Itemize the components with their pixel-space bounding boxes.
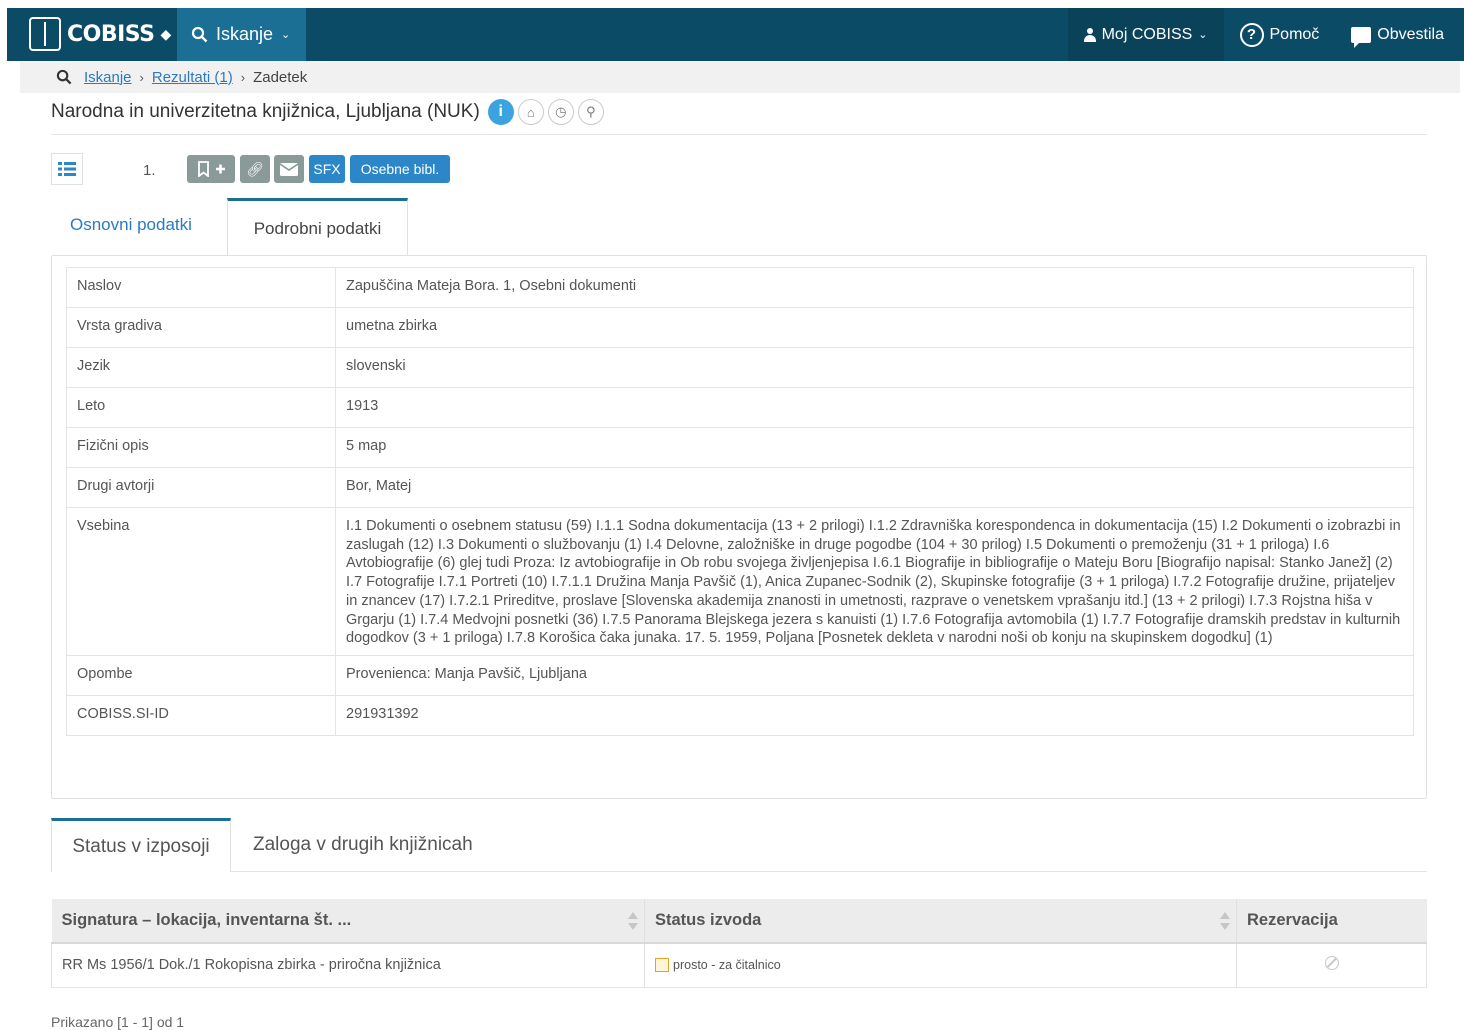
- detail-label: Drugi avtorji: [66, 467, 336, 508]
- table-row: RR Ms 1956/1 Dok./1 Rokopisna zbirka - p…: [51, 943, 1427, 988]
- detail-value: 5 map: [335, 427, 1414, 468]
- moj-cobiss-menu[interactable]: Moj COBISS ⌄: [1067, 8, 1224, 61]
- help-link[interactable]: ? Pomoč: [1224, 8, 1336, 61]
- status-indicator-icon: [655, 958, 669, 973]
- column-header-status[interactable]: Status izvoda: [644, 899, 1237, 944]
- breadcrumb-separator: ›: [240, 69, 246, 85]
- divider: [51, 134, 1427, 135]
- detail-row: Naslov Zapuščina Mateja Bora. 1, Osebni d…: [66, 267, 1414, 308]
- detail-row: Drugi avtorji Bor, Matej: [66, 467, 1414, 508]
- detail-value: 1913: [335, 387, 1414, 428]
- breadcrumb-results-link[interactable]: Rezultati (1): [152, 69, 233, 86]
- detail-label: Fizični opis: [66, 427, 336, 468]
- detail-label: COBISS.SI-ID: [66, 694, 336, 736]
- detail-row: Fizični opis 5 map: [66, 427, 1414, 468]
- detail-label: Opombe: [66, 654, 336, 696]
- detail-label: Vsebina: [66, 507, 336, 656]
- divider: [231, 871, 1427, 872]
- detail-value: Provenienca: Manja Pavšič, Ljubljana: [335, 654, 1414, 696]
- breadcrumb-search-link[interactable]: Iskanje: [84, 69, 132, 86]
- top-navbar: COBISS ◆ Iskanje ⌄ Moj COBISS ⌄ ? Pomoč …: [7, 8, 1464, 69]
- breadcrumb-separator: ›: [139, 69, 144, 85]
- detail-row: Vsebina I.1 Dokumenti o osebnem statusu (…: [66, 507, 1414, 656]
- nav-search-label: Iskanje: [216, 24, 274, 44]
- sort-icon[interactable]: [628, 912, 638, 930]
- column-header-signature[interactable]: Signatura – lokacija, inventarna št. ...: [51, 899, 645, 944]
- detail-label: Jezik: [66, 347, 336, 388]
- brand-name: COBISS: [67, 21, 155, 47]
- user-icon: [1083, 27, 1096, 42]
- sfx-button[interactable]: SFX: [309, 155, 345, 183]
- moj-cobiss-label: Moj COBISS: [1101, 25, 1193, 43]
- link-button[interactable]: 🔗︎: [240, 155, 270, 183]
- comment-icon: [1351, 26, 1372, 48]
- info-icon[interactable]: i: [487, 99, 514, 125]
- results-count: Prikazano [1 - 1] od 1: [51, 1014, 185, 1030]
- library-name: Narodna in univerzitetna knjižnica, Ljub…: [51, 101, 480, 122]
- detail-row: Jezik slovenski: [66, 347, 1414, 388]
- column-header-label: Rezervacija: [1247, 911, 1338, 929]
- help-label: Pomoč: [1269, 25, 1320, 43]
- tab-detailed-data[interactable]: Podrobni podatki: [227, 198, 408, 256]
- breadcrumb-current: Zadetek: [253, 68, 308, 86]
- detail-value: 291931392: [335, 694, 1414, 736]
- detail-label: Naslov: [66, 267, 336, 308]
- library-header: Narodna in univerzitetna knjižnica, Ljub…: [51, 99, 604, 125]
- details-table: Naslov Zapuščina Mateja Bora. 1, Osebni d…: [66, 267, 1414, 736]
- detail-value: umetna zbirka: [335, 307, 1414, 348]
- sort-icon[interactable]: [1220, 912, 1230, 930]
- list-icon: [58, 162, 76, 176]
- tab-holdings-other-libraries[interactable]: Zaloga v drugih knjižnicah: [253, 834, 473, 856]
- column-header-label: Signatura – lokacija, inventarna št. ...: [61, 911, 352, 929]
- list-view-button[interactable]: [51, 153, 83, 185]
- not-available-icon: [1324, 956, 1339, 971]
- detail-row: Leto 1913: [66, 387, 1414, 428]
- detail-row: Opombe Provenienca: Manja Pavšič, Ljublja…: [66, 654, 1414, 696]
- bookmark-add-button[interactable]: [187, 155, 235, 183]
- detail-label: Leto: [66, 387, 336, 428]
- home-icon[interactable]: ⌂: [517, 99, 544, 125]
- detail-value: Bor, Matej: [335, 467, 1414, 508]
- book-logo-icon: [29, 17, 61, 51]
- column-header-label: Status izvoda: [655, 911, 762, 929]
- detail-row: COBISS.SI-ID 291931392: [66, 694, 1414, 736]
- status-cell: prosto - za čitalnico: [644, 943, 1237, 988]
- chevron-down-icon: ⌄: [1198, 29, 1208, 41]
- holdings-table: Signatura – lokacija, inventarna št. ...…: [51, 899, 1427, 988]
- column-header-reservation: Rezervacija: [1236, 899, 1427, 944]
- search-icon: [191, 26, 208, 43]
- breadcrumb: Iskanje › Rezultati (1) › Zadetek: [20, 61, 1460, 93]
- help-icon: ?: [1239, 22, 1264, 47]
- link-icon: 🔗︎: [246, 160, 264, 177]
- reservation-cell: [1236, 943, 1427, 988]
- personal-bibliographies-button[interactable]: Osebne bibl.: [350, 155, 450, 183]
- detail-value: I.1 Dokumenti o osebnem statusu (59) I.1…: [335, 507, 1414, 656]
- tab-loan-status[interactable]: Status v izposoji: [51, 818, 231, 872]
- nav-search-menu[interactable]: Iskanje ⌄: [177, 8, 306, 69]
- signature-cell: RR Ms 1956/1 Dok./1 Rokopisna zbirka - p…: [51, 943, 645, 988]
- bookmark-plus-icon: [198, 161, 225, 177]
- cobiss-logo[interactable]: COBISS ◆: [29, 16, 171, 52]
- detail-label: Vrsta gradiva: [66, 307, 336, 348]
- news-label: Obvestila: [1377, 25, 1444, 43]
- news-link[interactable]: Obvestila: [1335, 8, 1464, 61]
- search-icon: [56, 69, 72, 85]
- detail-value: Zapuščina Mateja Bora. 1, Osebni dokumen…: [335, 267, 1414, 308]
- detail-value: slovenski: [335, 347, 1414, 388]
- tab-basic-data[interactable]: Osnovni podatki: [70, 215, 192, 235]
- status-text: prosto - za čitalnico: [673, 958, 781, 973]
- clock-icon[interactable]: ◷: [547, 99, 574, 125]
- record-number: 1.: [143, 162, 156, 179]
- map-marker-icon[interactable]: ⚲: [577, 99, 604, 125]
- envelope-icon: [280, 162, 298, 176]
- chevron-down-icon: ⌄: [281, 29, 291, 41]
- plus-icon: ◆: [160, 25, 172, 42]
- detail-row: Vrsta gradiva umetna zbirka: [66, 307, 1414, 348]
- email-button[interactable]: [274, 155, 304, 183]
- details-panel: Naslov Zapuščina Mateja Bora. 1, Osebni d…: [51, 255, 1427, 799]
